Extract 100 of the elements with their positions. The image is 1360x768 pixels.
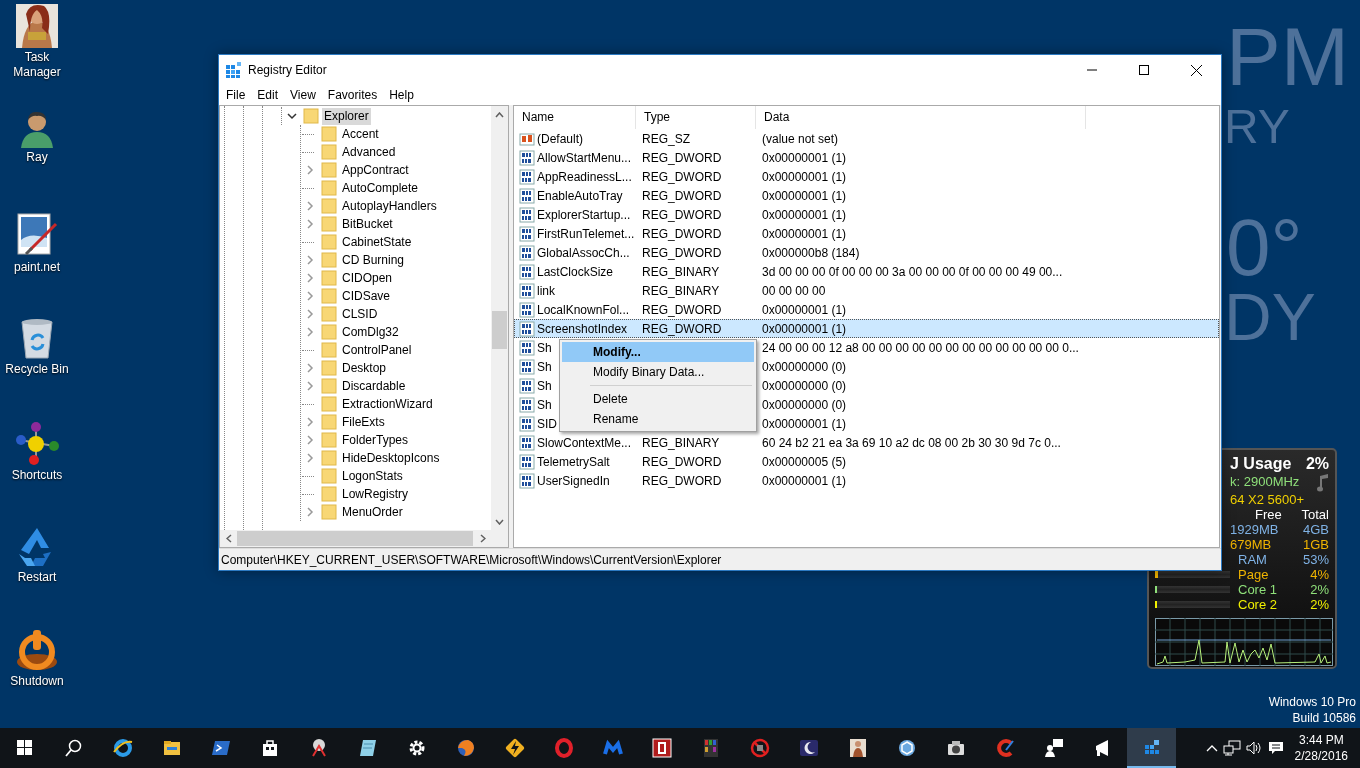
paint-icon xyxy=(16,212,58,258)
value-name: AllowStartMenu... xyxy=(537,149,632,167)
menu-item[interactable]: Modify... xyxy=(562,342,754,362)
folder-icon xyxy=(321,306,337,322)
tree-item[interactable]: AutoComplete xyxy=(340,179,421,197)
chevron-up-icon xyxy=(495,111,504,118)
tree-item[interactable]: Desktop xyxy=(340,359,389,377)
gadget-title: J Usage xyxy=(1230,454,1292,474)
column-header[interactable]: Name xyxy=(514,106,636,129)
terminal-icon xyxy=(210,738,231,758)
icon-label[interactable]: Task Manager xyxy=(0,50,74,80)
binary-value-icon xyxy=(519,339,535,356)
volume-icon[interactable] xyxy=(1244,740,1263,756)
scroll-thumb[interactable] xyxy=(492,311,507,349)
os-info-text: Windows 10 Pro xyxy=(1268,694,1356,710)
menu-item[interactable]: Favorites xyxy=(321,86,384,104)
meter-label: Core 2 xyxy=(1238,597,1278,612)
icon-label[interactable]: Restart xyxy=(17,570,57,585)
icon-label[interactable]: Ray xyxy=(26,150,48,165)
tree-item[interactable]: Explorer xyxy=(322,107,371,125)
tree-item[interactable]: HideDesktopIcons xyxy=(340,449,442,467)
meter-label: Core 1 xyxy=(1238,582,1278,597)
meter-reading: 53% xyxy=(1302,552,1329,567)
binary-value-icon xyxy=(519,415,535,432)
value-name: LastClockSize xyxy=(537,263,614,281)
icon-label[interactable]: Recycle Bin xyxy=(5,362,69,377)
value-type: REG_DWORD xyxy=(642,207,722,222)
tree-item[interactable]: AppContract xyxy=(340,161,411,179)
chevron-right-icon[interactable] xyxy=(307,165,314,175)
value-data: 0x00000001 (1) xyxy=(762,150,847,165)
icon-label[interactable]: Shortcuts xyxy=(11,468,63,483)
cube-icon xyxy=(896,738,917,758)
tree-item[interactable]: CIDSave xyxy=(340,287,393,305)
notepad-icon xyxy=(357,738,378,758)
icon-label[interactable]: Shutdown xyxy=(10,674,64,689)
close-icon xyxy=(1190,64,1202,76)
arc-icon xyxy=(994,738,1015,758)
tree-item[interactable]: LogonStats xyxy=(340,467,405,485)
network-icon[interactable] xyxy=(1222,740,1241,756)
tree-item[interactable]: ExtractionWizard xyxy=(340,395,435,413)
value-data: 0x00000000 (0) xyxy=(762,359,847,374)
tree-item[interactable]: Discardable xyxy=(340,377,408,395)
tree-item[interactable]: Accent xyxy=(340,125,381,143)
binary-value-icon xyxy=(519,206,535,223)
value-data: 0x00000000 (0) xyxy=(762,378,847,393)
tree-item[interactable]: MenuOrder xyxy=(340,503,405,521)
tree-item[interactable]: FileExts xyxy=(340,413,387,431)
tree-item[interactable]: AutoplayHandlers xyxy=(340,197,439,215)
chevron-right-icon[interactable] xyxy=(307,507,314,517)
value-data: 00 00 00 00 xyxy=(762,283,826,298)
value-type: REG_DWORD xyxy=(642,454,722,469)
square-icon xyxy=(651,738,672,758)
meter-label: Page xyxy=(1238,567,1269,582)
caret-up-icon[interactable] xyxy=(1204,743,1219,753)
menu-item[interactable]: View xyxy=(284,86,322,104)
folder-icon xyxy=(321,468,337,484)
binary-value-icon xyxy=(519,168,535,185)
menu-item[interactable]: Help xyxy=(383,86,420,104)
menu-item[interactable]: Delete xyxy=(562,389,754,409)
folder-icon xyxy=(321,126,337,142)
binary-value-icon xyxy=(519,244,535,261)
notification-icon[interactable] xyxy=(1266,740,1285,756)
value-data: 0x00000001 (1) xyxy=(762,226,847,241)
tree-item[interactable]: FolderTypes xyxy=(340,431,411,449)
widget-text: PM xyxy=(1226,16,1349,98)
registry-icon xyxy=(226,62,242,78)
meter-label: RAM xyxy=(1238,552,1267,567)
value-name: EnableAutoTray xyxy=(537,187,623,205)
menu-item[interactable]: File xyxy=(220,86,252,104)
status-bar: Computer\HKEY_CURRENT_USER\SOFTWARE\Microsoft\Windows\CurrentVersion\Explorer xyxy=(219,548,1221,570)
menu-item[interactable]: Modify Binary Data... xyxy=(562,362,754,382)
value-name: ExplorerStartup... xyxy=(537,206,631,224)
chevron-down-icon[interactable] xyxy=(286,112,297,120)
meter-reading: 2% xyxy=(1310,582,1329,597)
folder-icon xyxy=(321,450,337,466)
value-name: Sh xyxy=(537,339,552,357)
tree-item[interactable]: LowRegistry xyxy=(340,485,411,503)
folder-icon xyxy=(161,738,182,758)
icon-label[interactable]: paint.net xyxy=(13,260,60,275)
column-header[interactable]: Data xyxy=(756,106,1086,129)
menu-item[interactable]: Rename xyxy=(562,409,754,429)
menu-item[interactable]: Edit xyxy=(251,86,285,104)
scroll-thumb[interactable] xyxy=(237,531,473,546)
value-name: AppReadinessL... xyxy=(537,168,632,186)
tree-item[interactable]: CLSID xyxy=(340,305,380,323)
folder-icon xyxy=(321,234,337,250)
value-name: TelemetrySalt xyxy=(537,453,610,471)
tree-item[interactable]: CIDOpen xyxy=(340,269,395,287)
chat-person-icon xyxy=(1043,738,1064,758)
tree-item[interactable]: Advanced xyxy=(340,143,398,161)
column-header[interactable]: Type xyxy=(636,106,756,129)
value-data: 0x00000001 (1) xyxy=(762,473,847,488)
value-name: (Default) xyxy=(537,130,583,148)
chevron-right-icon xyxy=(479,534,486,543)
tree-item[interactable]: ControlPanel xyxy=(340,341,414,359)
tree-item[interactable]: ComDlg32 xyxy=(340,323,401,341)
tree-item[interactable]: BitBucket xyxy=(340,215,395,233)
tree-item[interactable]: CD Burning xyxy=(340,251,407,269)
value-type: REG_DWORD xyxy=(642,150,722,165)
tree-item[interactable]: CabinetState xyxy=(340,233,414,251)
